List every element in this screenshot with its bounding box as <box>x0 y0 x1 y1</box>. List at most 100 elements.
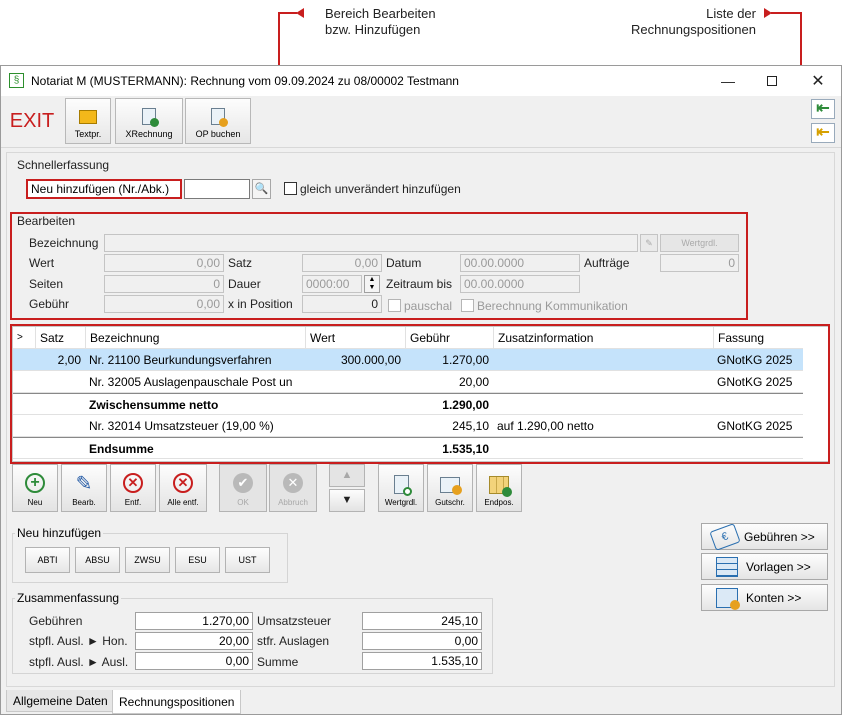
move-up-button[interactable]: ▲ <box>329 464 365 487</box>
toolbar: EXIT Textpr. XRechnung OP buchen ⇤ ⇤ <box>1 96 841 148</box>
pauschal-label: pauschal <box>404 299 453 313</box>
tab-allgemeine-daten[interactable]: Allgemeine Daten <box>6 690 115 712</box>
callout-left-text: Bereich Bearbeiten bzw. Hinzufügen <box>325 6 436 38</box>
callout-left-line1: Bereich Bearbeiten <box>325 6 436 21</box>
arrow-left-green-icon[interactable]: ⇤ <box>811 99 835 119</box>
konten-button[interactable]: Konten >> <box>701 584 828 611</box>
bezeichnung-label: Bezeichnung <box>29 236 99 250</box>
bezeichnung-field[interactable] <box>104 234 638 252</box>
op-buchen-button[interactable]: OP buchen <box>185 98 251 144</box>
dauer-field[interactable]: 0000:00 <box>302 275 362 293</box>
envelope-euro-icon <box>440 477 462 495</box>
maximize-icon <box>767 76 777 86</box>
callout-right-line2: Rechnungspositionen <box>630 22 756 37</box>
zf-stpfl-ausl-label: stpfl. Ausl. ► Ausl. <box>29 655 129 669</box>
app-icon: § <box>9 73 24 88</box>
title-bar: § Notariat M (MUSTERMANN): Rechnung vom … <box>1 66 841 96</box>
xrechnung-button[interactable]: XRechnung <box>115 98 183 144</box>
gebuehr-label: Gebühr <box>29 297 70 311</box>
exit-button[interactable]: EXIT <box>3 98 61 144</box>
minimize-button[interactable]: — <box>705 66 751 96</box>
wertgrdl-small-button[interactable]: Wertgrdl. <box>660 234 739 252</box>
bearb-button[interactable]: ✎ Bearb. <box>61 464 107 512</box>
zf-gebuehren-field[interactable]: 1.270,00 <box>135 612 253 630</box>
move-down-button[interactable]: ▼ <box>329 489 365 512</box>
zf-ust-field[interactable]: 245,10 <box>362 612 482 630</box>
pauschal-checkbox[interactable] <box>388 299 401 312</box>
wertgrdl-button[interactable]: Wertgrdl. <box>378 464 424 512</box>
zwsu-button[interactable]: ZWSU <box>125 547 170 573</box>
alle-entf-label: Alle entf. <box>167 498 199 507</box>
abbruch-button[interactable]: ✕ Abbruch <box>269 464 317 512</box>
gebuehr-field[interactable]: 0,00 <box>104 295 224 313</box>
zf-stpfl-ausl-field[interactable]: 0,00 <box>135 652 253 670</box>
satz-field[interactable]: 0,00 <box>302 254 382 272</box>
search-icon[interactable]: 🔍 <box>252 179 271 199</box>
callout-arrow-left <box>296 8 304 18</box>
ok-button[interactable]: ✔ OK <box>219 464 267 512</box>
seiten-label: Seiten <box>29 277 64 291</box>
zf-summe-field[interactable]: 1.535,10 <box>362 652 482 670</box>
alle-entf-button[interactable]: ✕ Alle entf. <box>159 464 207 512</box>
gutschr-button[interactable]: Gutschr. <box>427 464 473 512</box>
kommunikation-checkbox[interactable] <box>461 299 474 312</box>
document-icon <box>142 108 159 127</box>
delete-icon: ✕ <box>123 473 143 493</box>
zusammenfassung-legend: Zusammenfassung <box>15 591 122 605</box>
wert-field[interactable]: 0,00 <box>104 254 224 272</box>
ust-button[interactable]: UST <box>225 547 270 573</box>
callout-right-line1: Liste der <box>706 6 756 21</box>
abbruch-label: Abbruch <box>278 498 308 507</box>
neu-label: Neu <box>27 498 43 507</box>
wertgrdl-label: Wertgrdl. <box>384 498 418 507</box>
entf-label: Entf. <box>124 498 142 507</box>
textpr-button[interactable]: Textpr. <box>65 98 111 144</box>
dauer-stepper[interactable]: ▲ ▼ <box>364 275 380 293</box>
xrechnung-label: XRechnung <box>125 129 173 139</box>
op-buchen-label: OP buchen <box>195 129 241 139</box>
tab-rechnungspositionen[interactable]: Rechnungspositionen <box>112 690 242 714</box>
entf-button[interactable]: ✕ Entf. <box>110 464 156 512</box>
arrow-up-icon: ▲ <box>341 469 353 481</box>
gebuehren-button[interactable]: € Gebühren >> <box>701 522 828 551</box>
table-add-icon <box>489 476 512 497</box>
endpos-button[interactable]: Endpos. <box>476 464 522 512</box>
gebuehren-label: Gebühren >> <box>744 529 815 544</box>
maximize-button[interactable] <box>749 66 795 96</box>
gleich-unveraendert-label: gleich unverändert hinzufügen <box>300 182 461 196</box>
x-in-position-field[interactable]: 0 <box>302 295 382 313</box>
zf-ust-label: Umsatzsteuer <box>257 614 332 628</box>
datum-field[interactable]: 00.00.0000 <box>460 254 580 272</box>
price-tag-icon: € <box>709 522 741 551</box>
list-template-icon <box>716 556 738 577</box>
seiten-field[interactable]: 0 <box>104 275 224 293</box>
callout-right-text: Liste der Rechnungspositionen <box>606 6 756 38</box>
zf-gebuehren-label: Gebühren <box>29 614 83 628</box>
vorlagen-button[interactable]: Vorlagen >> <box>701 553 828 580</box>
plus-icon: + <box>25 473 45 493</box>
datum-label: Datum <box>386 256 422 270</box>
edit-pencil-icon[interactable]: ✎ <box>640 234 658 252</box>
neu-button[interactable]: + Neu <box>12 464 58 512</box>
konten-label: Konten >> <box>746 590 802 605</box>
window-title: Notariat M (MUSTERMANN): Rechnung vom 09… <box>31 74 459 88</box>
gleich-unveraendert-checkbox[interactable] <box>284 182 297 195</box>
ok-label: OK <box>237 498 249 507</box>
zf-summe-label: Summe <box>257 655 299 669</box>
close-button[interactable]: ✕ <box>795 66 841 96</box>
zf-stfr-field[interactable]: 0,00 <box>362 632 482 650</box>
quick-entry-input[interactable] <box>184 179 250 199</box>
esu-button[interactable]: ESU <box>175 547 220 573</box>
arrow-left-yellow-icon[interactable]: ⇤ <box>811 123 835 143</box>
zf-stpfl-hon-field[interactable]: 20,00 <box>135 632 253 650</box>
auftraege-field[interactable]: 0 <box>660 254 739 272</box>
neu-hinzufuegen-legend: Neu hinzufügen <box>15 526 104 540</box>
vorlagen-label: Vorlagen >> <box>746 559 811 574</box>
gutschr-label: Gutschr. <box>435 498 465 507</box>
zeitraum-field[interactable]: 00.00.0000 <box>460 275 580 293</box>
satz-label: Satz <box>228 256 253 270</box>
text-properties-icon <box>79 110 97 124</box>
callout-left-line2: bzw. Hinzufügen <box>325 22 421 37</box>
absu-button[interactable]: ABSU <box>75 547 120 573</box>
abti-button[interactable]: ABTI <box>25 547 70 573</box>
